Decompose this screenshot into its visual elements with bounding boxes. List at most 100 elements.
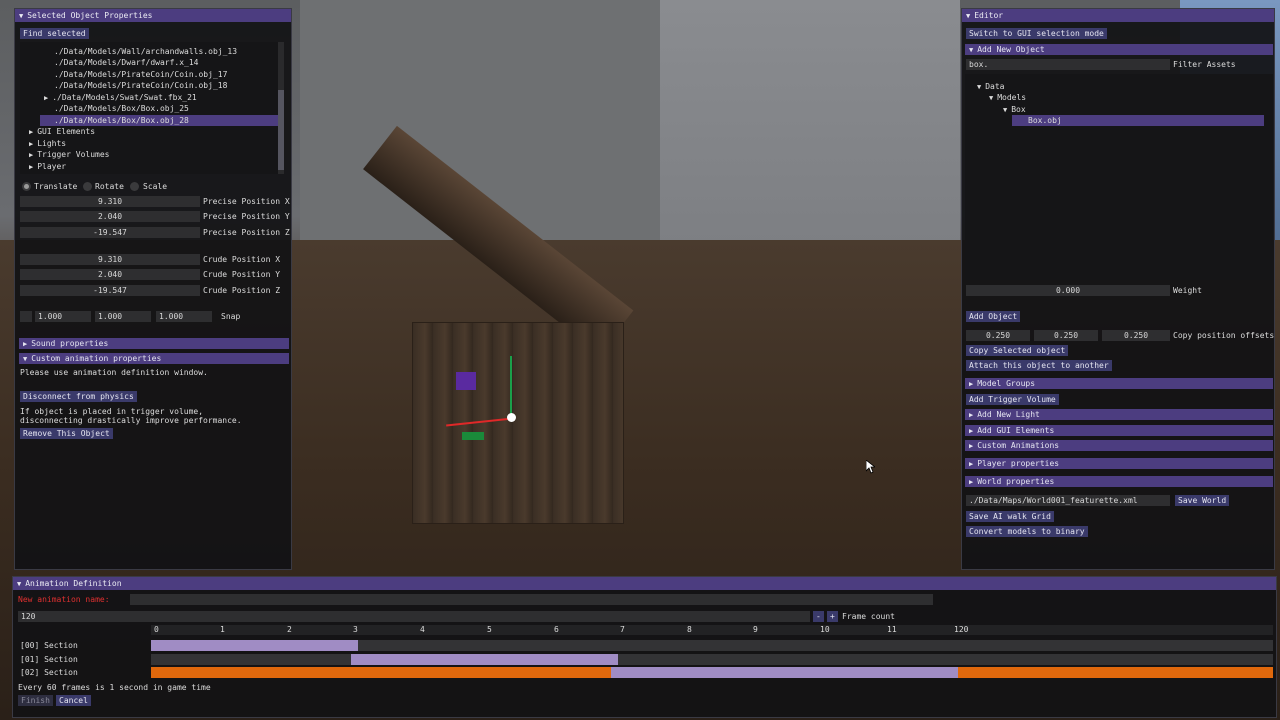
tree-item-expandable[interactable]: ▶ ./Data/Models/Swat/Swat.fbx_21: [44, 92, 197, 103]
trigger-note-line-2: disconnecting drastically improve perfor…: [20, 416, 242, 425]
animation-name-input[interactable]: [130, 594, 933, 605]
tree-item[interactable]: ./Data/Models/Dwarf/dwarf.x_14: [54, 57, 199, 68]
expand-icon: ▶: [969, 442, 974, 450]
timeline-tick: 9: [753, 625, 758, 634]
gizmo-center[interactable]: [507, 413, 516, 422]
scroll-thumb[interactable]: [278, 90, 284, 170]
sound-properties-header[interactable]: ▶ Sound properties: [19, 338, 289, 349]
panel-title[interactable]: ▼ Animation Definition: [13, 577, 1276, 590]
crude-x-slider[interactable]: 9.310: [20, 254, 200, 265]
precise-z-input[interactable]: -19.547: [20, 227, 200, 238]
add-new-object-header[interactable]: ▼ Add New Object: [965, 44, 1273, 55]
timeline-tick: 4: [420, 625, 425, 634]
frame-count-input[interactable]: 120: [18, 611, 810, 622]
gizmo-xz-plane[interactable]: [462, 432, 484, 440]
precise-x-label: Precise Position X: [203, 197, 290, 206]
collapse-icon: ▼: [977, 83, 982, 91]
tree-item-selected[interactable]: ./Data/Models/Box/Box.obj_28: [40, 115, 284, 126]
section-label: [00] Section: [20, 641, 78, 650]
add-gui-header[interactable]: ▶ Add GUI Elements: [965, 425, 1273, 436]
copy-selected-button[interactable]: Copy Selected object: [966, 345, 1069, 356]
expand-icon: ▶: [29, 151, 34, 159]
offset-z-input[interactable]: 0.250: [1102, 330, 1170, 341]
add-light-header[interactable]: ▶ Add New Light: [965, 409, 1273, 420]
tree-scrollbar[interactable]: [278, 42, 284, 174]
section-label: [01] Section: [20, 655, 78, 664]
gizmo-y-axis: [510, 356, 512, 418]
switch-gui-mode-button[interactable]: Switch to GUI selection mode: [966, 28, 1107, 39]
disconnect-physics-button[interactable]: Disconnect from physics: [20, 391, 137, 402]
scale-radio[interactable]: [130, 182, 139, 191]
offset-y-input[interactable]: 0.250: [1034, 330, 1098, 341]
asset-folder-data[interactable]: ▼ Data: [977, 81, 1004, 92]
model-groups-header[interactable]: ▶ Model Groups: [965, 378, 1273, 389]
section-track[interactable]: [151, 640, 1273, 651]
expand-icon: ▶: [969, 460, 974, 468]
panel-title[interactable]: ▼ Editor: [962, 9, 1274, 22]
asset-folder-models[interactable]: ▼ Models: [989, 92, 1026, 103]
gizmo-xy-plane[interactable]: [456, 372, 476, 390]
collapse-icon: ▼: [1003, 106, 1008, 114]
animation-note: Please use animation definition window.: [20, 368, 208, 377]
offset-x-input[interactable]: 0.250: [966, 330, 1030, 341]
asset-folder-box[interactable]: ▼ Box: [1003, 104, 1026, 115]
frame-count-decrement-button[interactable]: -: [813, 611, 824, 622]
tree-item[interactable]: ./Data/Models/Box/Box.obj_25: [54, 103, 189, 114]
frame-count-increment-button[interactable]: +: [827, 611, 838, 622]
snap-checkbox[interactable]: [20, 311, 32, 322]
save-world-button[interactable]: Save World: [1175, 495, 1230, 506]
animation-properties-header[interactable]: ▼ Custom animation properties: [19, 353, 289, 364]
find-selected-button[interactable]: Find selected: [20, 28, 89, 39]
filter-assets-input[interactable]: box.: [966, 59, 1170, 70]
collapse-icon: ▼: [17, 580, 22, 588]
finish-button[interactable]: Finish: [18, 695, 53, 706]
attach-object-button[interactable]: Attach this object to another: [966, 360, 1112, 371]
tree-group-gui[interactable]: ▶ GUI Elements: [29, 126, 95, 137]
add-object-button[interactable]: Add Object: [966, 311, 1021, 322]
translate-radio[interactable]: [22, 182, 31, 191]
translate-label: Translate: [34, 182, 78, 191]
timeline-ruler: [151, 625, 1273, 635]
section-bar[interactable]: [151, 640, 358, 651]
crude-y-slider[interactable]: 2.040: [20, 269, 200, 280]
offsets-label: Copy position offsets: [1173, 331, 1275, 340]
tree-item[interactable]: ./Data/Models/PirateCoin/Coin.obj_18: [54, 80, 227, 91]
expand-icon: ▶: [969, 427, 974, 435]
custom-animations-header[interactable]: ▶ Custom Animations: [965, 440, 1273, 451]
precise-y-input[interactable]: 2.040: [20, 211, 200, 222]
rotate-radio[interactable]: [83, 182, 92, 191]
remove-object-button[interactable]: Remove This Object: [20, 428, 113, 439]
player-properties-header[interactable]: ▶ Player properties: [965, 458, 1273, 469]
tree-item[interactable]: ./Data/Models/Wall/archandwalls.obj_13: [54, 46, 237, 57]
section-label: [02] Section: [20, 668, 78, 677]
snap-z-input[interactable]: 1.000: [156, 311, 212, 322]
section-bar[interactable]: [611, 667, 959, 678]
weight-slider[interactable]: 0.000: [966, 285, 1170, 296]
save-ai-grid-button[interactable]: Save AI walk Grid: [966, 511, 1054, 522]
world-properties-header[interactable]: ▶ World properties: [965, 476, 1273, 487]
panel-title[interactable]: ▼ Selected Object Properties: [15, 9, 291, 22]
tree-item[interactable]: ./Data/Models/PirateCoin/Coin.obj_17: [54, 69, 227, 80]
asset-file-selected[interactable]: Box.obj: [1012, 115, 1264, 126]
precise-x-input[interactable]: 9.310: [20, 196, 200, 207]
rotate-label: Rotate: [95, 182, 124, 191]
tree-group-triggers[interactable]: ▶ Trigger Volumes: [29, 149, 109, 160]
timeline-tick: 2: [287, 625, 292, 634]
snap-y-input[interactable]: 1.000: [95, 311, 151, 322]
collapse-icon: ▼: [966, 12, 971, 20]
tree-group-player[interactable]: ▶ Player: [29, 161, 66, 172]
snap-x-input[interactable]: 1.000: [35, 311, 91, 322]
frame-count-label: Frame count: [842, 612, 895, 621]
crude-z-label: Crude Position Z: [203, 286, 281, 295]
timeline-tick: 3: [353, 625, 358, 634]
crude-z-slider[interactable]: -19.547: [20, 285, 200, 296]
tree-group-lights[interactable]: ▶ Lights: [29, 138, 66, 149]
section-track-active[interactable]: [151, 667, 1273, 678]
add-trigger-volume-button[interactable]: Add Trigger Volume: [966, 394, 1059, 405]
editor-panel: ▼ Editor Switch to GUI selection mode ▼ Ad…: [961, 8, 1275, 570]
world-path-input[interactable]: ./Data/Maps/World001_featurette.xml: [966, 495, 1170, 506]
section-track[interactable]: [151, 654, 1273, 665]
cancel-button[interactable]: Cancel: [56, 695, 91, 706]
convert-binary-button[interactable]: Convert models to binary: [966, 526, 1088, 537]
section-bar[interactable]: [351, 654, 618, 665]
